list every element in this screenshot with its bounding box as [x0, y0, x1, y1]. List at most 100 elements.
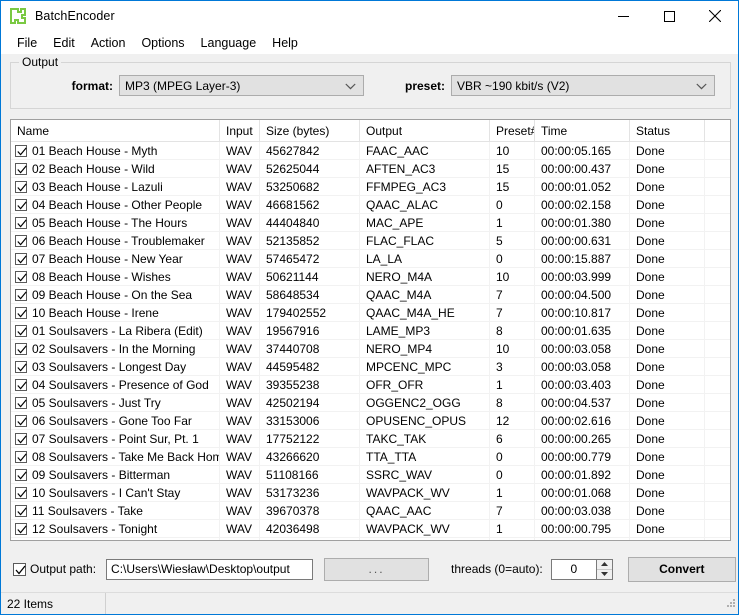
row-checkbox[interactable] — [15, 324, 27, 337]
row-checkbox[interactable] — [15, 450, 27, 463]
maximize-button[interactable] — [646, 1, 692, 31]
table-row[interactable]: 10 Beach House - Irene WAV 179402552 QAAC_M… — [11, 304, 730, 322]
table-row[interactable]: 02 Beach House - Wild WAV 52625044 AFTEN_AC… — [11, 160, 730, 178]
preset-combobox-value: VBR ~190 kbit/s (V2) — [457, 78, 570, 93]
table-row[interactable]: 03 Beach House - Lazuli WAV 53250682 FFMPEG… — [11, 178, 730, 196]
table-row[interactable]: 06 Beach House - Troublemaker WAV 52135852… — [11, 232, 730, 250]
table-row[interactable]: 08 Soulsavers - Take Me Back Home WAV 4326… — [11, 448, 730, 466]
preset-combobox[interactable]: VBR ~190 kbit/s (V2) — [451, 75, 715, 96]
cell-name: 05 Beach House - The Hours — [11, 214, 220, 231]
output-path-label: Output path: — [30, 562, 97, 576]
cell-name-label: 09 Beach House - On the Sea — [32, 287, 193, 302]
cell-output: FAAC_AAC — [360, 142, 490, 159]
table-row[interactable]: 05 Beach House - The Hours WAV 44404840 MAC… — [11, 214, 730, 232]
table-row[interactable]: 08 Beach House - Wishes WAV 50621144 NERO_M… — [11, 268, 730, 286]
minimize-button[interactable] — [600, 1, 646, 31]
column-header-output[interactable]: Output — [360, 120, 490, 141]
column-header-preset[interactable]: Preset# — [490, 120, 535, 141]
output-group-legend: Output — [19, 55, 62, 69]
row-checkbox[interactable] — [15, 270, 27, 283]
table-row[interactable]: 05 Soulsavers - Just Try WAV 42502194 OGGEN… — [11, 394, 730, 412]
row-checkbox[interactable] — [15, 504, 27, 517]
row-checkbox[interactable] — [15, 234, 27, 247]
table-row[interactable]: 09 Beach House - On the Sea WAV 58648534 QA… — [11, 286, 730, 304]
table-row[interactable]: 10 Soulsavers - I Can't Stay WAV 53173236 W… — [11, 484, 730, 502]
menu-item-language[interactable]: Language — [193, 34, 265, 52]
cell-input: WAV — [220, 196, 260, 213]
table-row[interactable]: 12 Soulsavers - Tonight WAV 42036498 WAVPAC… — [11, 520, 730, 538]
table-row[interactable]: 04 Soulsavers - Presence of God WAV 393552… — [11, 376, 730, 394]
row-checkbox[interactable] — [15, 306, 27, 319]
row-checkbox[interactable] — [15, 468, 27, 481]
row-checkbox[interactable] — [15, 414, 27, 427]
table-row[interactable]: 07 Soulsavers - Point Sur, Pt. 1 WAV 17752… — [11, 430, 730, 448]
close-button[interactable] — [692, 1, 738, 31]
column-header-size[interactable]: Size (bytes) — [260, 120, 360, 141]
row-checkbox[interactable] — [15, 522, 27, 535]
cell-empty — [630, 538, 705, 540]
menu-item-help[interactable]: Help — [264, 34, 306, 52]
row-checkbox[interactable] — [15, 432, 27, 445]
cell-extra — [705, 466, 730, 483]
row-checkbox[interactable] — [15, 378, 27, 391]
row-checkbox[interactable] — [15, 198, 27, 211]
table-row[interactable]: 09 Soulsavers - Bitterman WAV 51108166 SSRC… — [11, 466, 730, 484]
output-path-checkbox[interactable] — [13, 562, 26, 576]
resize-grip-icon[interactable] — [725, 597, 737, 612]
cell-preset: 1 — [490, 484, 535, 501]
browse-button[interactable]: ... — [324, 557, 430, 581]
table-row[interactable]: 03 Soulsavers - Longest Day WAV 44595482 MP… — [11, 358, 730, 376]
row-checkbox[interactable] — [15, 216, 27, 229]
cell-preset: 8 — [490, 322, 535, 339]
threads-stepper[interactable]: 0 — [550, 558, 613, 580]
cell-name: 12 Soulsavers - Tonight — [11, 520, 220, 537]
menu-item-options[interactable]: Options — [133, 34, 192, 52]
cell-status: Done — [630, 322, 705, 339]
row-checkbox[interactable] — [15, 360, 27, 373]
cell-input: WAV — [220, 250, 260, 267]
status-bar: 22 Items — [1, 592, 738, 614]
row-checkbox[interactable] — [15, 486, 27, 499]
output-path-input[interactable]: C:\Users\Wiesław\Desktop\output — [106, 558, 314, 580]
table-row[interactable]: 01 Beach House - Myth WAV 45627842 FAAC_AAC… — [11, 142, 730, 160]
column-header-time[interactable]: Time — [535, 120, 630, 141]
row-checkbox[interactable] — [15, 396, 27, 409]
stepper-up-icon[interactable] — [596, 559, 612, 570]
file-list-view[interactable]: Name Input Size (bytes) Output Preset# T… — [10, 119, 731, 541]
cell-status: Done — [630, 286, 705, 303]
format-combobox[interactable]: MP3 (MPEG Layer-3) — [119, 75, 364, 96]
menu-item-edit[interactable]: Edit — [45, 34, 83, 52]
table-row[interactable]: 02 Soulsavers - In the Morning WAV 3744070… — [11, 340, 730, 358]
cell-name: 07 Beach House - New Year — [11, 250, 220, 267]
cell-name: 01 Soulsavers - La Ribera (Edit) — [11, 322, 220, 339]
table-row[interactable]: 06 Soulsavers - Gone Too Far WAV 33153006 O… — [11, 412, 730, 430]
column-header-status[interactable]: Status — [630, 120, 705, 141]
column-header-extra[interactable] — [705, 120, 730, 141]
table-row[interactable]: 01 Soulsavers - La Ribera (Edit) WAV 19567… — [11, 322, 730, 340]
table-row[interactable]: 11 Soulsavers - Take WAV 39670378 QAAC_AAC 7… — [11, 502, 730, 520]
threads-stepper-buttons — [595, 558, 613, 580]
cell-time: 00:00:03.058 — [535, 358, 630, 375]
row-checkbox[interactable] — [15, 180, 27, 193]
row-checkbox[interactable] — [15, 342, 27, 355]
cell-output: TAKC_TAK — [360, 430, 490, 447]
column-header-name[interactable]: Name — [11, 120, 220, 141]
table-row[interactable]: 04 Beach House - Other People WAV 46681562… — [11, 196, 730, 214]
menu-item-action[interactable]: Action — [83, 34, 134, 52]
row-checkbox[interactable] — [15, 144, 27, 157]
cell-preset: 0 — [490, 466, 535, 483]
row-checkbox[interactable] — [15, 252, 27, 265]
table-row[interactable]: 07 Beach House - New Year WAV 57465472 LA_L… — [11, 250, 730, 268]
column-header-input[interactable]: Input — [220, 120, 260, 141]
cell-time: 00:00:04.537 — [535, 394, 630, 411]
row-checkbox[interactable] — [15, 288, 27, 301]
convert-button[interactable]: Convert — [627, 556, 736, 582]
threads-input[interactable]: 0 — [550, 558, 596, 580]
cell-size: 42502194 — [260, 394, 360, 411]
row-checkbox[interactable] — [15, 162, 27, 175]
cell-output: QAAC_AAC — [360, 502, 490, 519]
cell-preset: 1 — [490, 214, 535, 231]
menu-item-file[interactable]: File — [9, 34, 45, 52]
cell-input: WAV — [220, 448, 260, 465]
stepper-down-icon[interactable] — [596, 569, 612, 579]
